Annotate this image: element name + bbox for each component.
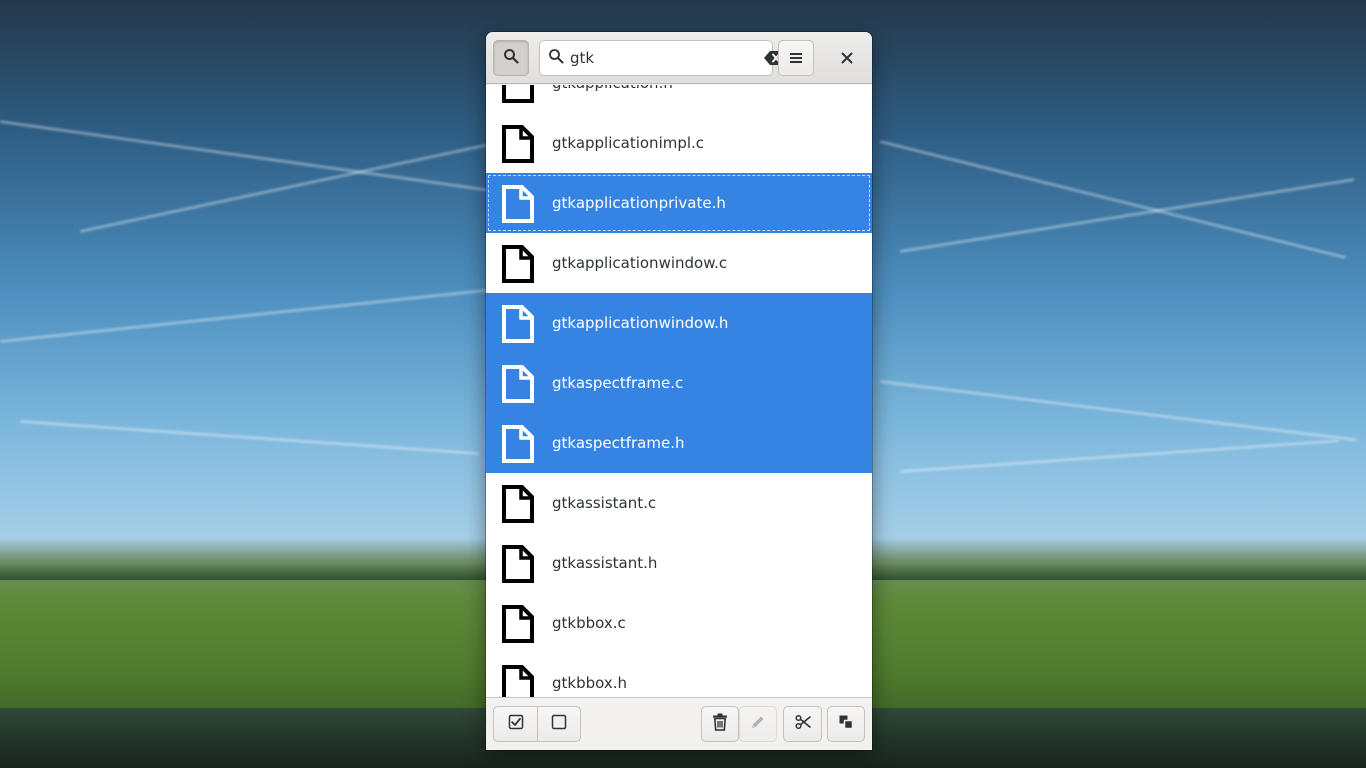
close-icon xyxy=(841,49,853,68)
copy-button[interactable] xyxy=(827,706,865,742)
text-file-icon xyxy=(501,305,535,343)
text-file-icon xyxy=(501,125,535,163)
file-row[interactable]: gtkassistant.c xyxy=(486,473,872,533)
close-button[interactable] xyxy=(829,40,865,76)
file-selector-window: gtkapplication.h gtkapplicationimpl.c gtka… xyxy=(486,32,872,750)
search-icon xyxy=(503,48,519,68)
file-name: gtkapplicationprivate.h xyxy=(552,194,726,212)
file-name: gtkapplicationwindow.c xyxy=(552,254,728,272)
hamburger-menu-icon xyxy=(789,49,803,68)
text-file-icon xyxy=(501,425,535,463)
file-name: gtkapplicationwindow.h xyxy=(552,314,729,332)
file-row[interactable]: gtkapplicationwindow.c xyxy=(486,233,872,293)
text-file-icon xyxy=(501,485,535,523)
text-file-icon xyxy=(501,365,535,403)
text-file-icon xyxy=(501,605,535,643)
headerbar xyxy=(486,32,872,84)
file-name: gtkapplication.h xyxy=(552,85,673,93)
file-list[interactable]: gtkapplication.h gtkapplicationimpl.c gtka… xyxy=(486,85,872,697)
scissors-icon xyxy=(794,714,811,734)
file-row[interactable]: gtkassistant.h xyxy=(486,533,872,593)
select-all-button[interactable] xyxy=(493,706,538,742)
cut-button[interactable] xyxy=(783,706,822,742)
search-toggle-button[interactable] xyxy=(493,40,529,76)
rename-button[interactable] xyxy=(739,706,777,742)
menu-button[interactable] xyxy=(778,40,814,76)
checkbox-empty-icon xyxy=(551,714,567,734)
file-row[interactable]: gtkapplicationwindow.h xyxy=(486,293,872,353)
pencil-icon xyxy=(750,714,766,734)
text-file-icon xyxy=(501,185,535,223)
file-row[interactable]: gtkapplicationimpl.c xyxy=(486,113,872,173)
file-name: gtkaspectframe.h xyxy=(552,434,685,452)
action-bar xyxy=(486,697,872,750)
text-file-icon xyxy=(501,85,535,103)
file-name: gtkaspectframe.c xyxy=(552,374,684,392)
search-icon xyxy=(548,48,564,68)
checkbox-checked-icon xyxy=(508,714,524,734)
file-row[interactable]: gtkaspectframe.c xyxy=(486,353,872,413)
file-row[interactable]: gtkbbox.c xyxy=(486,593,872,653)
file-row[interactable]: gtkbbox.h xyxy=(486,653,872,697)
file-row[interactable]: gtkapplicationprivate.h xyxy=(486,173,872,233)
text-file-icon xyxy=(501,245,535,283)
file-name: gtkassistant.c xyxy=(552,494,657,512)
file-row[interactable]: gtkaspectframe.h xyxy=(486,413,872,473)
copy-icon xyxy=(838,714,854,734)
text-file-icon xyxy=(501,665,535,697)
file-name: gtkbbox.c xyxy=(552,614,626,632)
delete-button[interactable] xyxy=(701,706,739,742)
text-file-icon xyxy=(501,545,535,583)
trash-icon xyxy=(712,713,728,735)
file-row[interactable]: gtkapplication.h xyxy=(486,85,872,113)
file-name: gtkapplicationimpl.c xyxy=(552,134,705,152)
file-name: gtkassistant.h xyxy=(552,554,658,572)
select-none-button[interactable] xyxy=(537,706,581,742)
search-input[interactable] xyxy=(570,49,764,67)
file-name: gtkbbox.h xyxy=(552,674,627,692)
search-entry-box xyxy=(539,40,784,76)
